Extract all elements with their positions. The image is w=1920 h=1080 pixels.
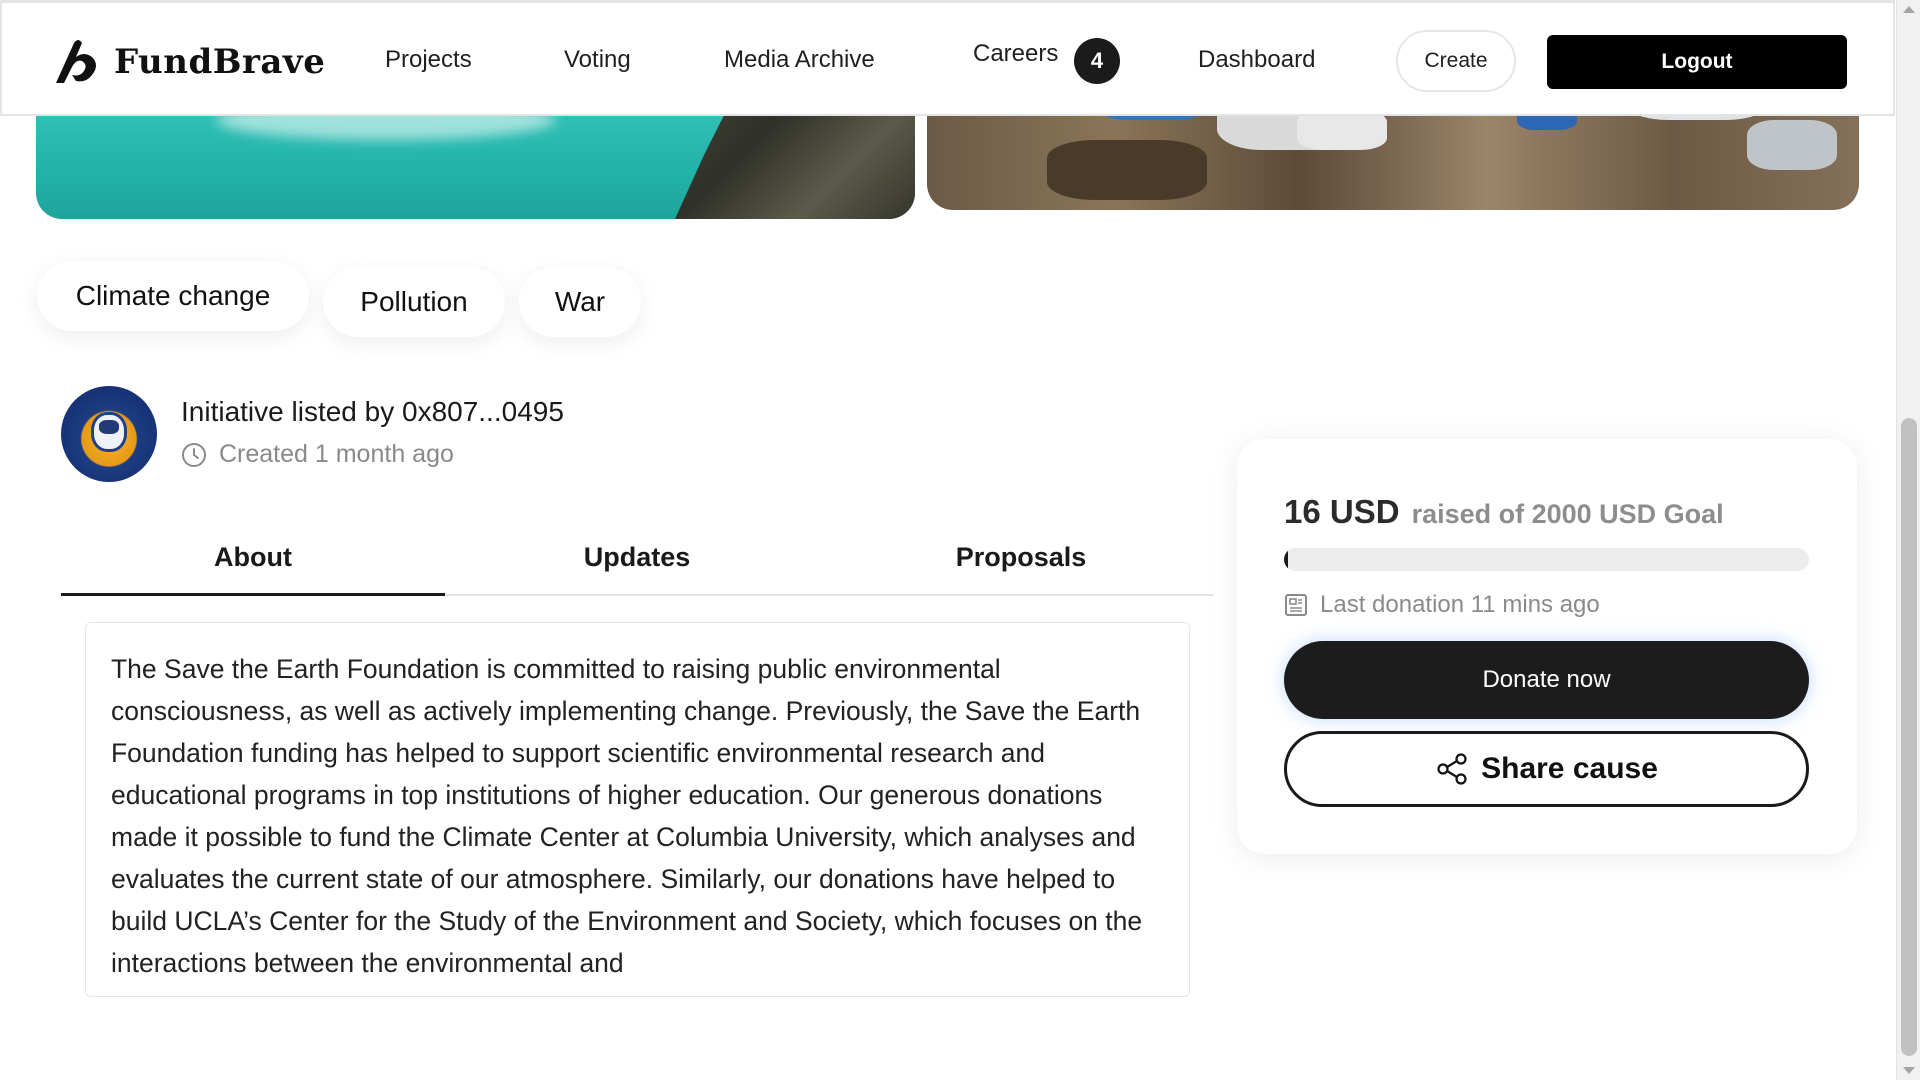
tag-pollution[interactable]: Pollution bbox=[323, 267, 505, 337]
image-detail bbox=[1047, 140, 1207, 200]
raised-amount: 16 USD bbox=[1284, 493, 1400, 530]
nav-dashboard[interactable]: Dashboard bbox=[1198, 46, 1315, 74]
nav-projects[interactable]: Projects bbox=[385, 46, 472, 74]
scroll-up-arrow-icon[interactable] bbox=[1903, 6, 1915, 13]
logout-button[interactable]: Logout bbox=[1547, 35, 1847, 89]
last-donation: Last donation 11 mins ago bbox=[1284, 591, 1600, 619]
created-time: Created 1 month ago bbox=[181, 440, 454, 469]
donation-progress-bar bbox=[1284, 548, 1809, 571]
raised-summary: 16 USD raised of 2000 USD Goal bbox=[1284, 493, 1724, 531]
page-scrollbar[interactable] bbox=[1896, 0, 1920, 1080]
fundbrave-logo-icon bbox=[56, 40, 96, 83]
careers-count-badge: 4 bbox=[1074, 38, 1120, 84]
clock-icon bbox=[182, 442, 206, 467]
brand-logo[interactable]: FundBrave bbox=[52, 39, 325, 85]
created-label: Created 1 month ago bbox=[219, 440, 454, 468]
tab-updates[interactable]: Updates bbox=[445, 520, 829, 594]
astronaut-visor bbox=[99, 420, 119, 434]
donation-progress-fill bbox=[1284, 548, 1289, 571]
top-nav-bar: FundBrave Projects Voting Media Archive … bbox=[0, 0, 1895, 116]
donation-card: 16 USD raised of 2000 USD Goal Last dona… bbox=[1237, 439, 1857, 854]
image-detail bbox=[1747, 120, 1837, 170]
tag-war[interactable]: War bbox=[519, 267, 641, 337]
initiative-listed-by: Initiative listed by 0x807...0495 bbox=[181, 396, 564, 427]
share-cause-button[interactable]: Share cause bbox=[1284, 731, 1809, 807]
about-panel: The Save the Earth Foundation is committ… bbox=[85, 622, 1190, 997]
nav-media-archive[interactable]: Media Archive bbox=[724, 46, 875, 74]
brand-name: FundBrave bbox=[114, 42, 326, 82]
create-button[interactable]: Create bbox=[1396, 30, 1516, 92]
nav-careers[interactable]: Careers bbox=[973, 40, 1058, 68]
receipt-icon bbox=[1285, 594, 1307, 616]
about-text: The Save the Earth Foundation is committ… bbox=[111, 654, 1143, 978]
scroll-down-arrow-icon[interactable] bbox=[1903, 1067, 1915, 1074]
share-icon bbox=[1437, 753, 1467, 785]
share-cause-label: Share cause bbox=[1481, 752, 1658, 785]
tab-proposals[interactable]: Proposals bbox=[829, 520, 1213, 594]
image-detail bbox=[1297, 110, 1387, 150]
nav-voting[interactable]: Voting bbox=[564, 46, 631, 74]
last-donation-label: Last donation 11 mins ago bbox=[1320, 591, 1600, 618]
tab-about[interactable]: About bbox=[61, 520, 445, 596]
project-tabs: About Updates Proposals bbox=[61, 520, 1213, 596]
tag-climate-change[interactable]: Climate change bbox=[37, 261, 309, 331]
goal-text: raised of 2000 USD Goal bbox=[1411, 499, 1724, 529]
scrollbar-thumb[interactable] bbox=[1901, 418, 1917, 1056]
donate-now-button[interactable]: Donate now bbox=[1284, 641, 1809, 719]
creator-avatar[interactable] bbox=[61, 386, 157, 482]
